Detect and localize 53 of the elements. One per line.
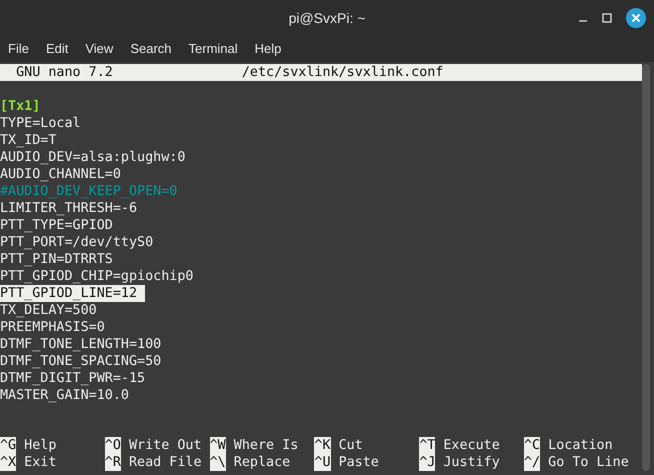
window-title: pi@SvxPi: ~ [288,8,366,28]
shortcut-label: Cut [338,437,363,454]
shortcut-label: Location [548,437,613,454]
menu-item[interactable]: Edit [46,39,68,59]
config-line: PTT_PORT=/dev/ttyS0 [0,234,154,251]
config-line: AUDIO_DEV=alsa:plughw:0 [0,149,186,166]
shortcut-label: Paste [338,454,379,471]
file-path: /etc/svxlink/svxlink.conf [242,64,444,81]
shortcut-label: Execute [443,437,500,454]
shortcut-key: ^C [524,437,540,454]
shortcut-key: ^J [419,454,436,471]
config-line: TX_ID=T [0,132,58,149]
shortcut-key: ^\ [210,454,226,471]
config-line: PTT_PIN=DTRRTS [0,251,114,268]
menu-item[interactable]: View [85,39,114,59]
maximize-icon[interactable] [602,13,612,23]
config-line: DTMF_DIGIT_PWR=-15 [0,370,146,387]
config-line: PTT_TYPE=GPIOD [0,217,114,234]
menu-item[interactable]: Terminal [188,39,238,59]
scrollbar[interactable] [642,64,650,471]
nano-version: GNU nano 7.2 [16,64,114,81]
config-line: AUDIO_CHANNEL=0 [0,166,122,183]
shortcut-key: ^R [104,454,121,471]
close-icon[interactable] [626,8,646,28]
config-line: PREEMPHASIS=0 [0,319,106,336]
shortcut-label: Replace [234,454,290,471]
config-line: [Tx1] [0,98,42,115]
shortcut-key: ^T [419,437,436,454]
shortcut-label: Help [24,437,56,454]
shortcut-key: ^O [104,437,121,454]
config-line: DTMF_TONE_SPACING=50 [0,353,162,370]
config-line: PTT_GPIOD_CHIP=gpiochip0 [0,268,194,285]
config-line: LIMITER_THRESH=-6 [0,200,138,217]
shortcut-key: ^K [314,437,331,454]
menu-item[interactable]: Search [130,39,172,59]
config-line: TYPE=Local [0,115,82,132]
shortcut-label: Go To Line [548,454,629,471]
config-line: TX_DELAY=500 [0,302,98,319]
shortcut-key: ^G [0,437,16,454]
shortcut-label: Read File [128,454,202,471]
shortcut-label: Where Is [234,437,298,454]
shortcut-label: Write Out [128,437,202,454]
config-line: DTMF_TONE_LENGTH=100 [0,336,162,353]
shortcut-key: ^W [210,437,226,454]
shortcut-key: ^X [0,454,16,471]
shortcut-label: Exit [24,454,56,471]
menu-item[interactable]: File [8,39,29,59]
shortcut-key: ^U [314,454,331,471]
shortcut-key: ^/ [524,454,540,471]
shortcut-label: Justify [443,454,500,471]
menu-item[interactable]: Help [254,39,282,59]
config-line: #AUDIO_DEV_KEEP_OPEN=0 [0,183,178,200]
config-line: MASTER_GAIN=10.0 [0,387,130,404]
